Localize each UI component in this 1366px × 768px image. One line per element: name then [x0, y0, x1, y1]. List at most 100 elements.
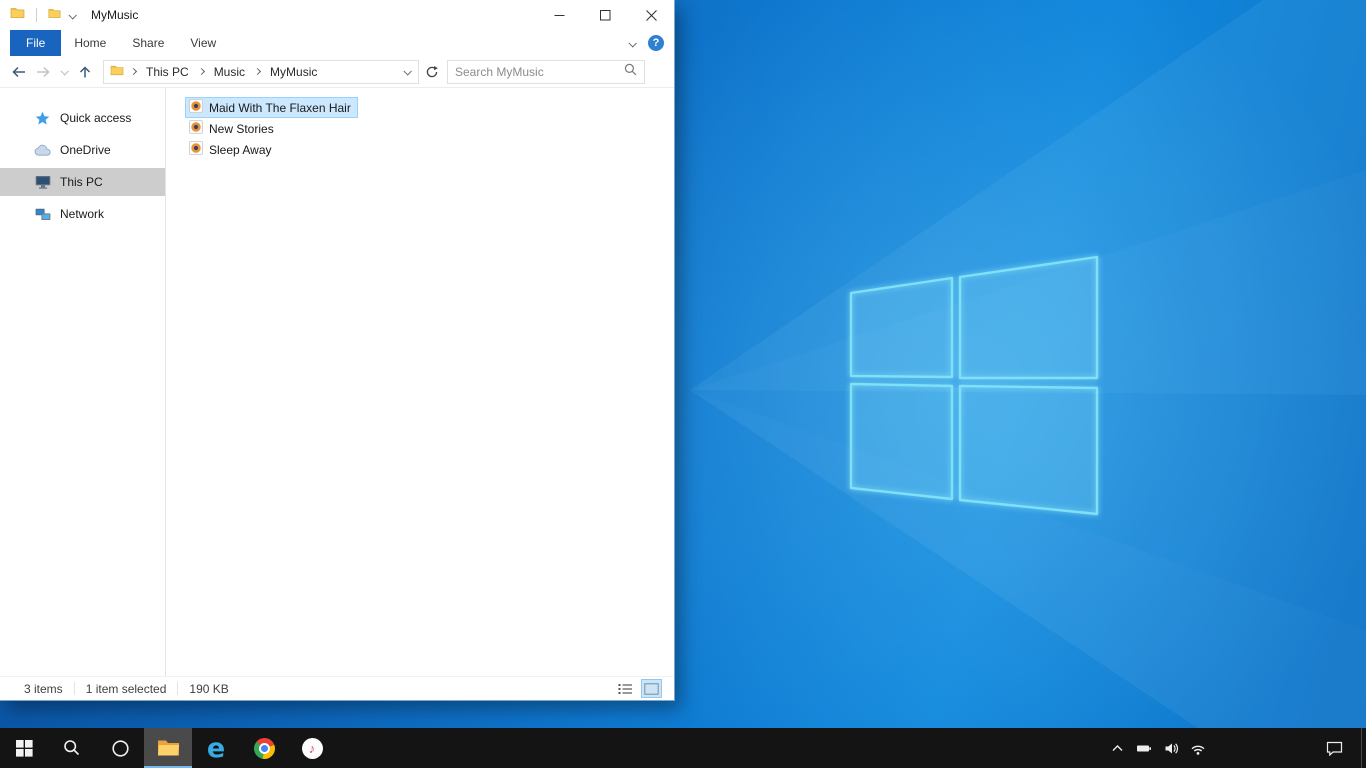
- file-name: Sleep Away: [209, 142, 272, 157]
- taskbar-chrome-button[interactable]: [240, 728, 288, 768]
- battery-button[interactable]: [1134, 728, 1154, 768]
- close-button[interactable]: [628, 0, 674, 30]
- show-desktop-button[interactable]: [1361, 728, 1366, 768]
- chevron-up-icon: [1112, 745, 1122, 751]
- navigation-pane: Quick access OneDrive This PC Network: [0, 88, 166, 676]
- back-button[interactable]: [6, 59, 31, 85]
- window-body: Quick access OneDrive This PC Network Ma…: [0, 88, 674, 676]
- speaker-icon: [1165, 742, 1178, 754]
- action-center-icon: [1326, 741, 1342, 756]
- search-icon: [64, 740, 80, 756]
- up-button[interactable]: [72, 59, 97, 85]
- status-bar: 3 items 1 item selected 190 KB: [0, 676, 674, 700]
- search-icon[interactable]: [624, 63, 637, 81]
- sidebar-item-label: This PC: [60, 175, 103, 189]
- tab-file[interactable]: File: [10, 30, 62, 56]
- large-icons-view-button[interactable]: [641, 679, 662, 698]
- file-name: Maid With The Flaxen Hair: [209, 100, 351, 115]
- breadcrumb-music[interactable]: Music: [211, 65, 248, 79]
- volume-button[interactable]: [1161, 728, 1181, 768]
- sidebar-item-onedrive[interactable]: OneDrive: [0, 136, 165, 164]
- network-icon: [34, 208, 51, 221]
- taskbar-search-button[interactable]: [48, 728, 96, 768]
- sidebar-item-quick-access[interactable]: Quick access: [0, 104, 165, 132]
- large-icons-view-icon: [644, 682, 659, 695]
- chrome-icon: [253, 737, 275, 759]
- computer-icon: [34, 175, 51, 189]
- file-list: Maid With The Flaxen Hair New Stories Sl…: [166, 88, 674, 676]
- address-folder-icon: [110, 63, 124, 81]
- audio-file-icon: [189, 99, 203, 116]
- status-item-count: 3 items: [24, 681, 63, 696]
- maximize-button[interactable]: [582, 0, 628, 30]
- titlebar[interactable]: MyMusic: [0, 0, 674, 30]
- explorer-window: MyMusic File Home Share View ? This PC M…: [0, 0, 675, 701]
- system-tray: [1107, 728, 1208, 768]
- start-button[interactable]: [0, 728, 48, 768]
- status-separator: [73, 682, 75, 695]
- window-title: MyMusic: [91, 8, 139, 22]
- refresh-icon: [426, 65, 438, 77]
- cloud-icon: [34, 144, 51, 156]
- breadcrumb-chevron-icon[interactable]: [253, 67, 262, 76]
- tab-share[interactable]: Share: [119, 30, 177, 56]
- file-row[interactable]: Sleep Away: [185, 139, 279, 160]
- breadcrumb-mymusic[interactable]: MyMusic: [267, 65, 320, 79]
- status-selection: 1 item selected: [85, 681, 167, 696]
- taskbar-itunes-button[interactable]: ♪: [288, 728, 336, 768]
- edge-e-icon: e: [206, 732, 226, 764]
- status-separator: [177, 682, 179, 695]
- details-view-icon: [618, 683, 632, 694]
- status-size: 190 KB: [189, 681, 229, 696]
- search-box: [447, 59, 645, 84]
- tab-home[interactable]: Home: [61, 30, 119, 56]
- search-input[interactable]: [455, 64, 624, 79]
- cortana-button[interactable]: [96, 728, 144, 768]
- up-arrow-icon: [79, 66, 90, 78]
- qat-customize-chevron-icon[interactable]: [68, 6, 77, 24]
- close-icon: [645, 9, 657, 21]
- action-center-button[interactable]: [1318, 728, 1350, 768]
- back-arrow-icon: [12, 66, 25, 77]
- cortana-circle-icon: [111, 739, 129, 757]
- file-row[interactable]: Maid With The Flaxen Hair: [185, 97, 358, 118]
- wifi-icon: [1191, 745, 1205, 755]
- qat-new-folder-icon[interactable]: [48, 6, 61, 24]
- minimize-button[interactable]: [536, 0, 582, 30]
- help-button[interactable]: ?: [648, 35, 664, 51]
- breadcrumb-chevron-icon[interactable]: [197, 67, 206, 76]
- sidebar-item-this-pc[interactable]: This PC: [0, 168, 165, 196]
- address-bar-row: This PC Music MyMusic: [0, 56, 674, 88]
- recent-locations-chevron[interactable]: [56, 59, 72, 85]
- forward-button[interactable]: [31, 59, 56, 85]
- minimize-icon: [554, 14, 564, 16]
- ribbon-tabs: File Home Share View ?: [0, 30, 674, 56]
- star-icon: [34, 111, 51, 126]
- file-row[interactable]: New Stories: [185, 118, 281, 139]
- window-folder-icon[interactable]: [10, 6, 25, 24]
- address-dropdown-chevron-icon[interactable]: [401, 66, 413, 76]
- quick-access-toolbar: [10, 6, 77, 24]
- folder-icon: [157, 740, 179, 756]
- forward-arrow-icon: [37, 66, 50, 77]
- taskbar-file-explorer-button[interactable]: [144, 728, 192, 768]
- sidebar-item-label: OneDrive: [60, 143, 111, 157]
- breadcrumb-chevron-icon[interactable]: [129, 67, 138, 76]
- music-note-icon: ♪: [301, 737, 323, 759]
- sidebar-item-label: Quick access: [60, 111, 132, 125]
- battery-icon: [1137, 745, 1151, 752]
- ribbon-expand-chevron-icon[interactable]: [628, 34, 637, 52]
- details-view-button[interactable]: [615, 679, 636, 698]
- tab-view[interactable]: View: [177, 30, 229, 56]
- breadcrumb-this-pc[interactable]: This PC: [143, 65, 192, 79]
- file-name: New Stories: [209, 121, 274, 136]
- network-wifi-button[interactable]: [1188, 728, 1208, 768]
- hidden-icons-button[interactable]: [1107, 728, 1127, 768]
- address-bar[interactable]: This PC Music MyMusic: [103, 59, 419, 84]
- audio-file-icon: [189, 141, 203, 158]
- sidebar-item-network[interactable]: Network: [0, 200, 165, 228]
- refresh-button[interactable]: [419, 60, 445, 84]
- audio-file-icon: [189, 120, 203, 137]
- taskbar-edge-button[interactable]: e: [192, 728, 240, 768]
- window-controls: [536, 0, 674, 30]
